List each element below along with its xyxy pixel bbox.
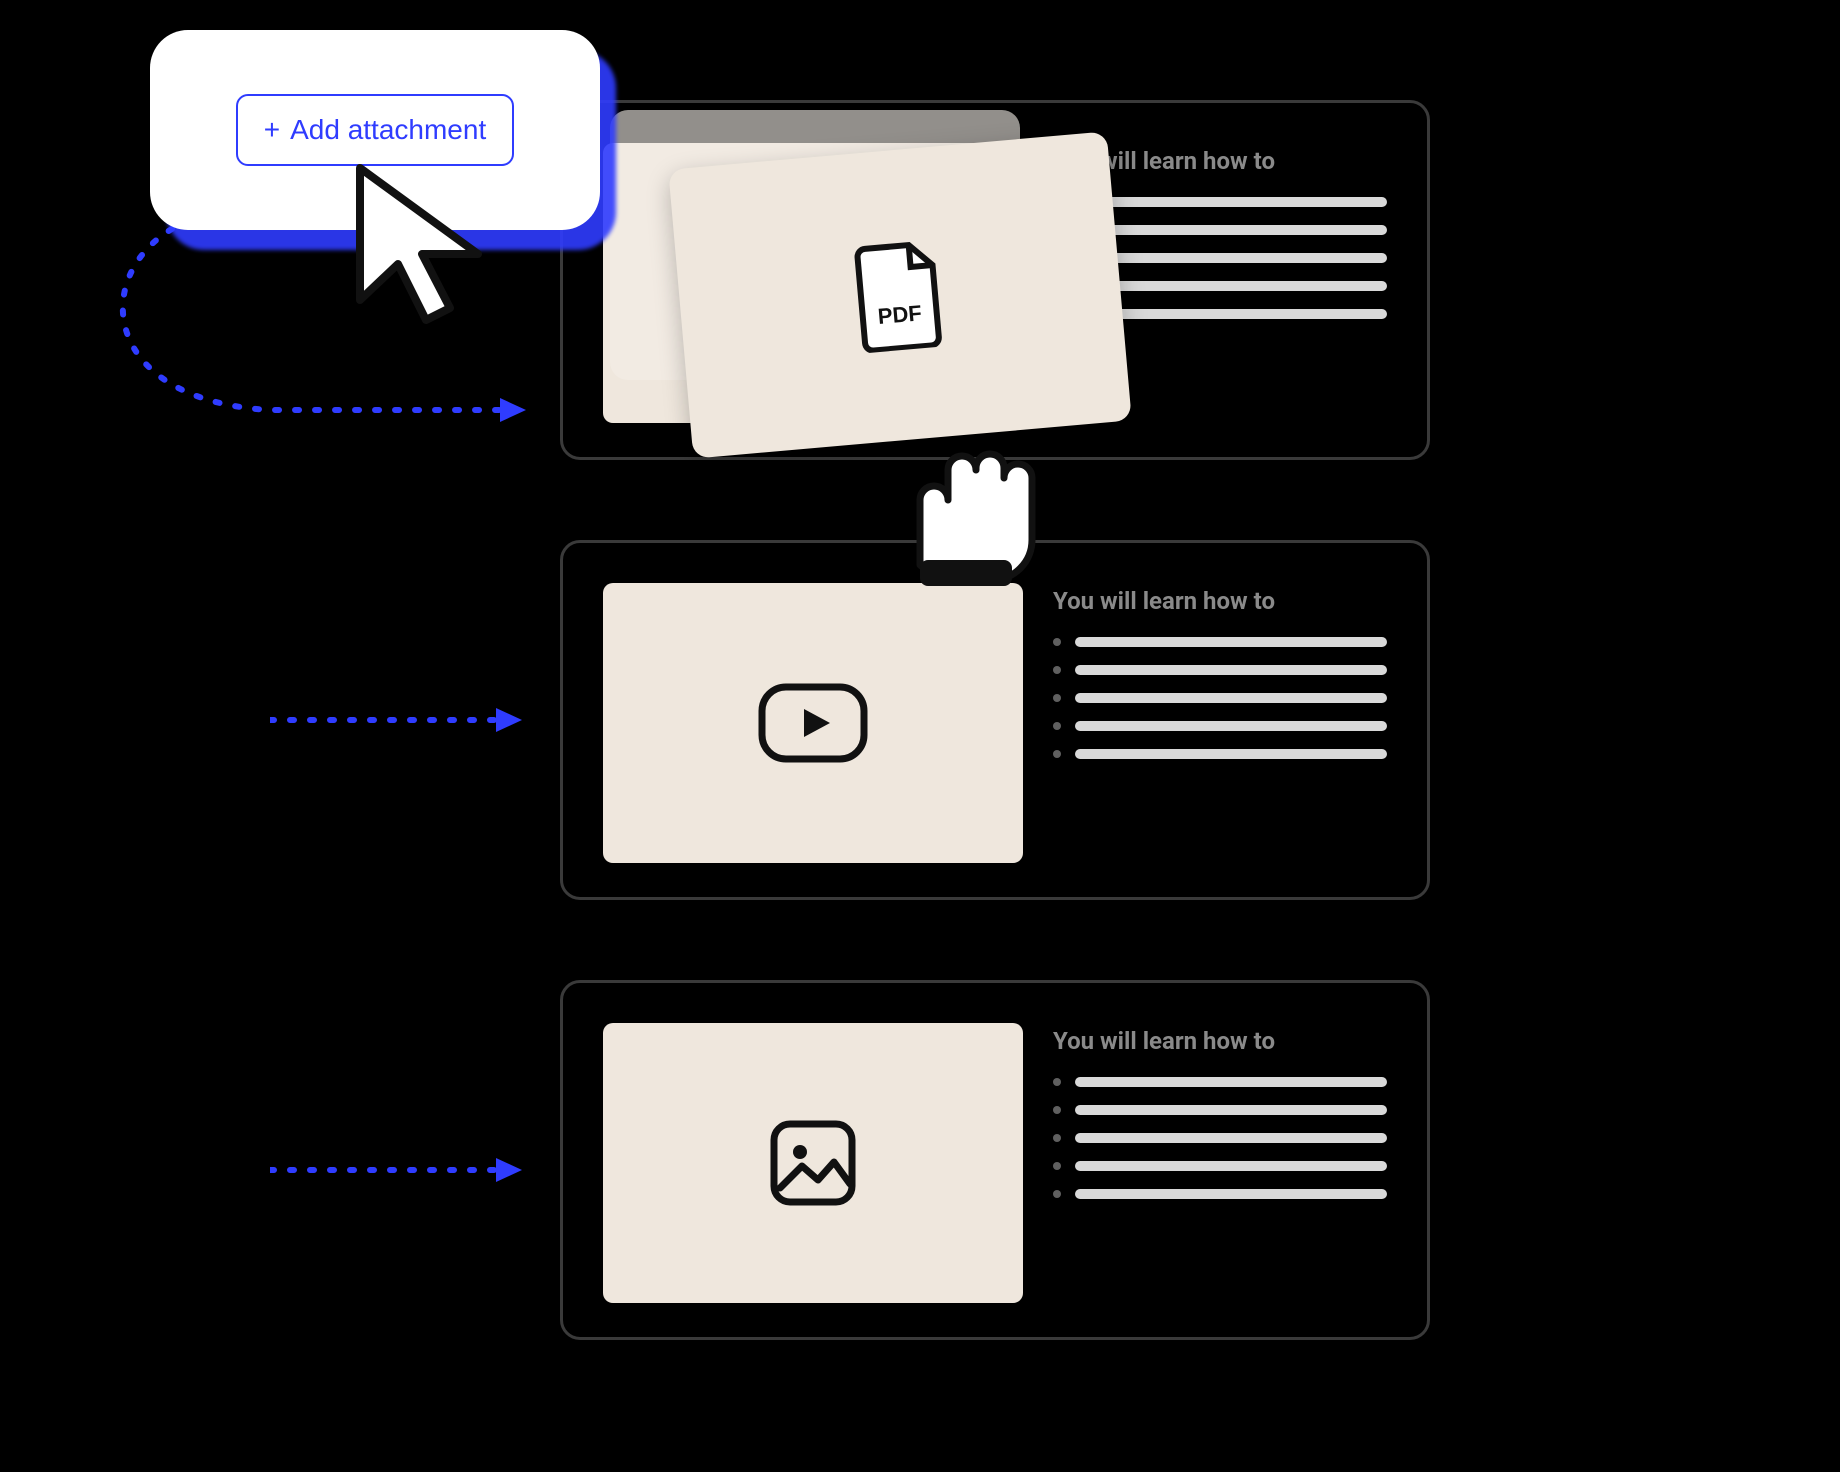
list-item [1053, 1105, 1387, 1115]
attachment-thumb-image [603, 1023, 1023, 1303]
video-icon [758, 683, 868, 763]
grab-hand-icon [880, 400, 1050, 590]
list-item [1053, 1189, 1387, 1199]
list-item [1053, 1161, 1387, 1171]
row-heading: You will learn how to [1053, 1027, 1387, 1055]
list-item [1053, 749, 1387, 759]
list-item [1053, 1133, 1387, 1143]
list-item [1053, 693, 1387, 703]
attachment-row-image: You will learn how to [560, 980, 1430, 1340]
list-item [1053, 665, 1387, 675]
flow-arrow-3 [270, 1150, 530, 1190]
add-attachment-button[interactable]: + Add attachment [236, 94, 514, 166]
list-item [1053, 637, 1387, 647]
flow-arrow-2 [270, 700, 530, 740]
row-heading: You will learn how to [1053, 587, 1387, 615]
list-item [1053, 721, 1387, 731]
svg-text:PDF: PDF [877, 300, 923, 329]
attachment-thumb-video [603, 583, 1023, 863]
image-icon [768, 1118, 858, 1208]
plus-icon: + [264, 116, 280, 144]
list-item [1053, 1077, 1387, 1087]
bullet-list [1053, 1077, 1387, 1199]
pdf-file-icon: PDF [850, 236, 949, 353]
bullet-list [1053, 637, 1387, 759]
attachment-row-video: You will learn how to [560, 540, 1430, 900]
add-attachment-label: Add attachment [290, 114, 486, 146]
pointer-cursor-icon [350, 160, 510, 340]
